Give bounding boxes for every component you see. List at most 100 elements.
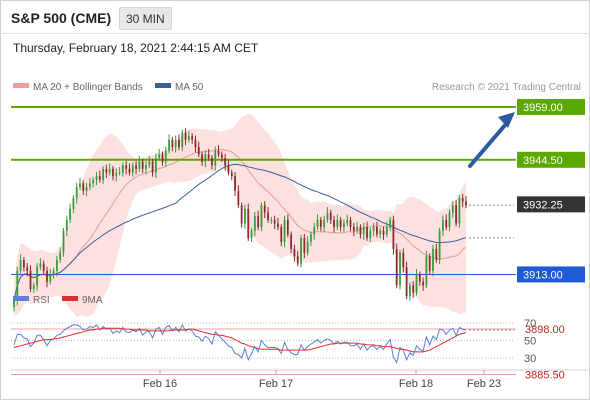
forecast-arrow-head	[498, 112, 515, 128]
candle-body	[13, 299, 15, 308]
candle-body	[263, 205, 266, 213]
candle-body	[105, 168, 108, 173]
candle-body	[112, 168, 114, 177]
candle-body	[293, 248, 296, 257]
candle-body	[362, 227, 365, 235]
candle-body	[217, 150, 220, 155]
candle-body	[191, 136, 194, 140]
candle-body	[230, 172, 233, 177]
candle-body	[138, 161, 141, 169]
candle-body	[181, 132, 184, 148]
rsi-level-lines: 70 50 30	[11, 318, 536, 365]
candle-body	[352, 227, 355, 231]
candle-body	[316, 219, 319, 228]
candle-body	[95, 176, 98, 180]
candle-body	[108, 168, 111, 173]
candle-body	[445, 219, 448, 228]
candle-body	[379, 230, 382, 235]
support-label-5: 3885.50	[525, 370, 565, 382]
candle-body	[441, 219, 444, 231]
candle-body	[118, 172, 121, 174]
time-axis: Feb 16 Feb 17 Feb 18 Feb 23	[143, 370, 501, 390]
candle-body	[346, 219, 349, 224]
candle-body	[82, 183, 85, 191]
resistance-label-0: 3959.00	[523, 102, 563, 114]
candle-body	[280, 227, 283, 242]
candle-body	[85, 187, 88, 191]
candle-body	[336, 219, 339, 228]
candle-body	[115, 172, 118, 177]
candle-body	[392, 219, 395, 249]
candle-body	[98, 176, 101, 180]
candle-body	[455, 205, 458, 224]
time-label-1: Feb 17	[259, 378, 293, 390]
candle-body	[19, 259, 22, 271]
candle-body	[214, 150, 217, 166]
rsi-level-label-30: 30	[524, 353, 536, 365]
candle-body	[319, 219, 322, 228]
candle-body	[422, 281, 425, 286]
bollinger-band	[14, 113, 466, 318]
rsi-legend-label: RSI	[33, 295, 50, 306]
candle-body	[244, 208, 246, 224]
candle-body	[277, 223, 279, 228]
rsi-legend: RSI 9MA	[13, 295, 103, 306]
candle-body	[88, 183, 91, 188]
candle-body	[253, 216, 256, 231]
candle-body	[290, 234, 293, 249]
candle-body	[343, 223, 345, 228]
candle-body	[178, 139, 180, 148]
candle-body	[329, 212, 332, 220]
candle-body	[125, 165, 128, 169]
research-credit: Research © 2021 Trading Central	[432, 82, 581, 93]
candle-body	[382, 230, 385, 235]
candle-body	[240, 205, 243, 224]
candle-body	[465, 201, 467, 206]
forecast-arrow	[468, 112, 515, 168]
candle-body	[171, 139, 174, 148]
candle-body	[376, 227, 378, 235]
candle-body	[458, 198, 461, 224]
candle-body	[267, 212, 269, 220]
candle-body	[356, 227, 359, 231]
candle-body	[428, 256, 431, 271]
candle-body	[389, 219, 392, 228]
candle-body	[26, 267, 29, 271]
time-label-0: Feb 16	[143, 378, 177, 390]
rsi-line	[13, 323, 467, 364]
candle-body	[296, 256, 299, 264]
candle-body	[349, 219, 352, 228]
candle-body	[102, 168, 104, 180]
rsi-ma-legend-label: 9MA	[82, 295, 103, 306]
candle-body	[234, 176, 236, 191]
candle-body	[121, 165, 124, 173]
candle-body	[145, 165, 147, 169]
candle-body	[36, 267, 39, 286]
candle-body	[220, 154, 223, 158]
ma20-legend-swatch	[13, 83, 29, 88]
candle-body	[372, 227, 375, 231]
candle-body	[148, 161, 151, 166]
candle-body	[310, 234, 312, 242]
candle-body	[257, 216, 260, 228]
candle-body	[415, 274, 418, 293]
candle-body	[69, 208, 71, 220]
candle-body	[135, 165, 137, 169]
candle-body	[385, 227, 388, 235]
candle-body	[168, 139, 170, 151]
candle-body	[29, 270, 32, 289]
pivot-label: 3913.00	[523, 269, 563, 281]
candle-body	[161, 154, 164, 162]
candle-body	[201, 154, 203, 162]
candle-body	[369, 230, 372, 239]
candle-body	[300, 238, 302, 264]
candle-body	[438, 230, 441, 260]
rsi-legend-swatch	[13, 296, 29, 301]
candle-body	[425, 256, 428, 286]
candle-body	[260, 205, 263, 228]
candle-body	[339, 219, 342, 228]
candle-body	[237, 190, 240, 206]
candle-body	[16, 270, 19, 300]
candle-body	[224, 157, 227, 166]
candle-body	[72, 198, 75, 209]
